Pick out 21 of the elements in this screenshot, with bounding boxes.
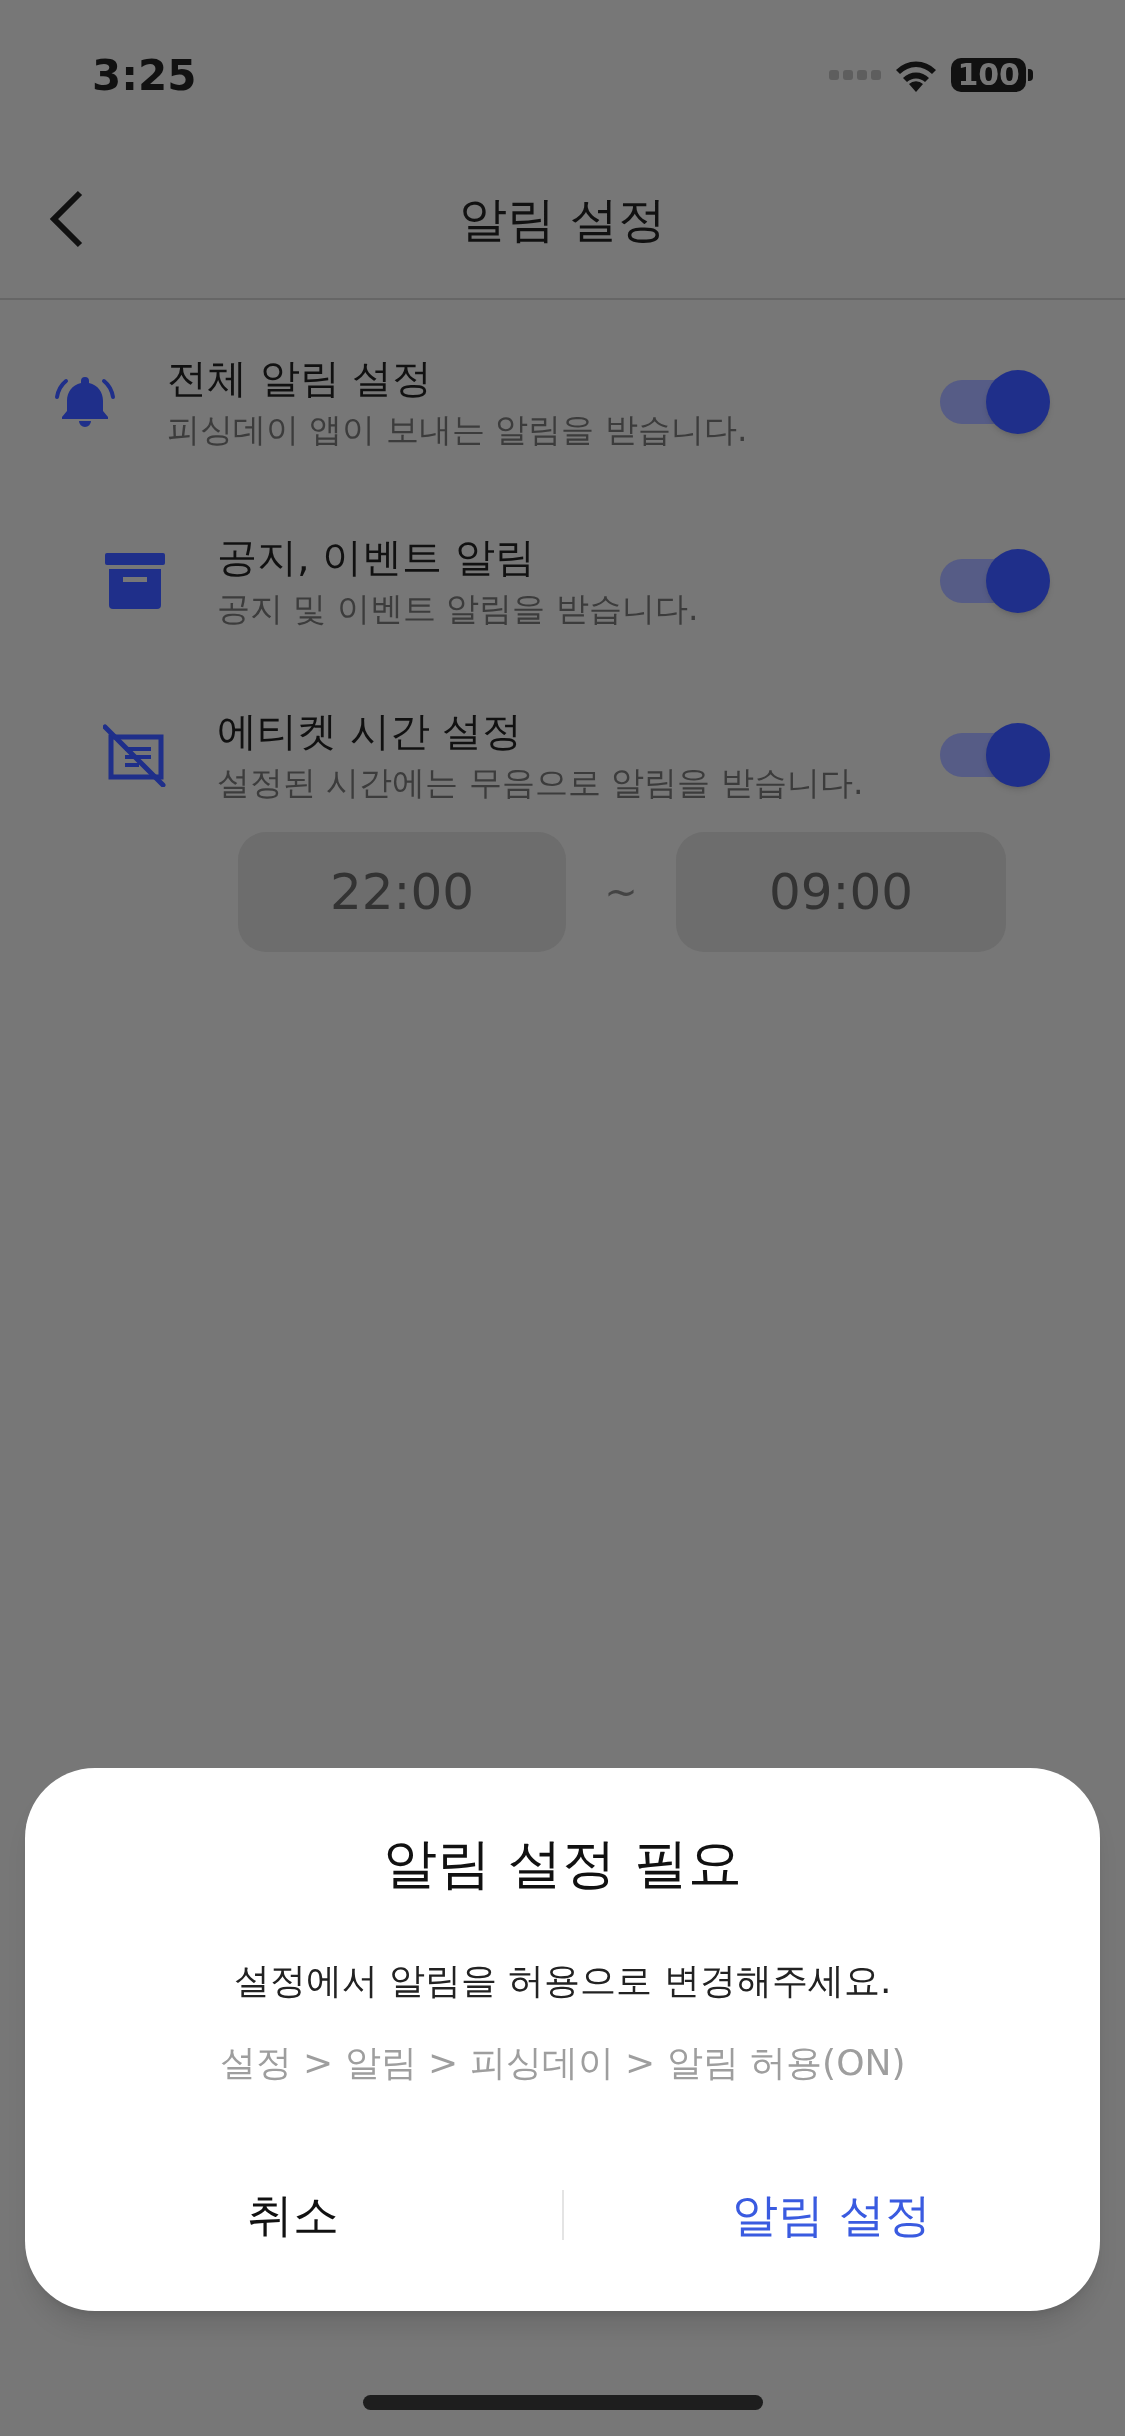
archive-box-icon [105,553,165,609]
setting-title: 전체 알림 설정 [167,354,434,403]
setting-title: 에티켓 시간 설정 [217,707,524,756]
toggle-switch[interactable] [940,549,1050,613]
crossed-notes-icon [103,723,167,787]
setting-description: 공지 및 이벤트 알림을 받습니다. [217,588,700,630]
setting-description: 피싱데이 앱이 보내는 알림을 받습니다. [167,409,749,451]
signal-dots-icon [829,70,882,80]
status-time: 3:25 [92,49,197,102]
toggle-switch[interactable] [940,370,1050,434]
back-icon[interactable] [48,189,84,249]
cancel-button[interactable]: 취소 [25,2170,562,2260]
toggle-switch[interactable] [940,723,1050,787]
dialog-message: 설정에서 알림을 허용으로 변경해주세요. [233,1959,892,2003]
confirm-button[interactable]: 알림 설정 [563,2170,1100,2260]
range-separator: ~ [603,868,639,917]
dialog-title: 알림 설정 필요 [383,1831,742,1897]
setting-description: 설정된 시간에는 무음으로 알림을 받습니다. [217,762,865,804]
page-title: 알림 설정 [458,190,667,249]
settings-path-text: 설정 > 알림 > 피싱데이 > 알림 허용(ON) [219,2041,906,2085]
setting-title: 공지, 이벤트 알림 [217,533,537,582]
